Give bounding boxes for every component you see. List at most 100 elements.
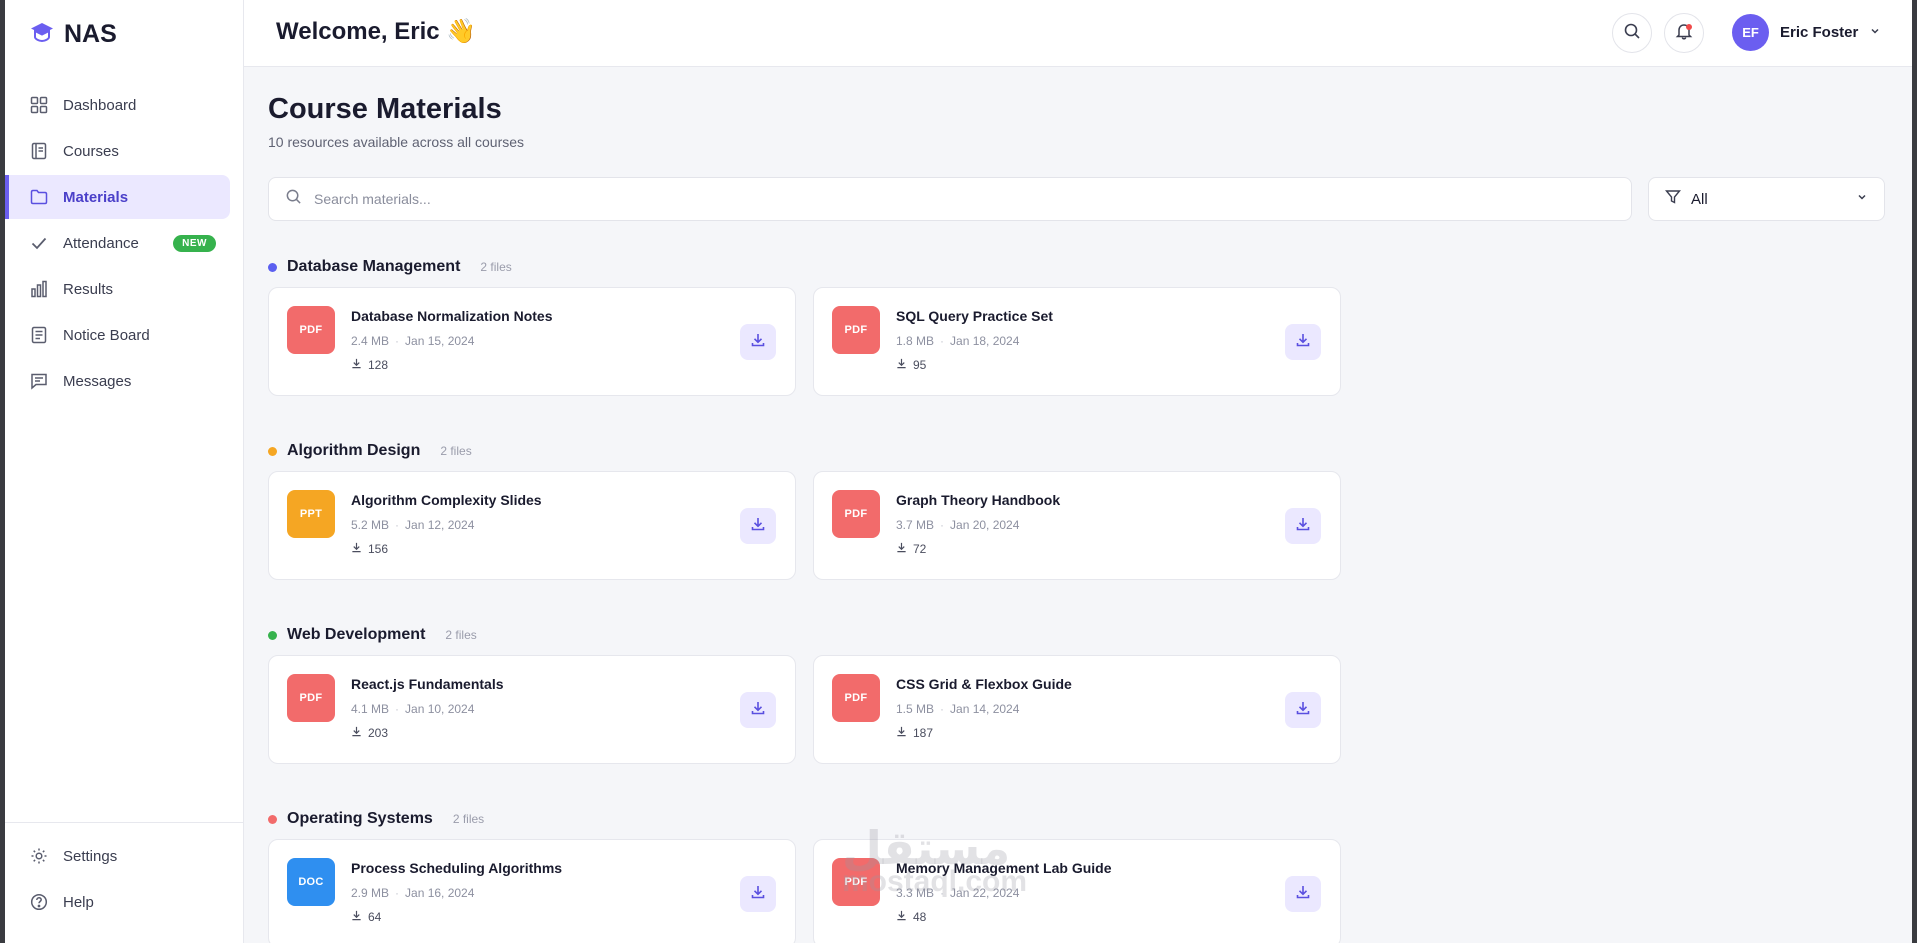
search-icon [285, 188, 302, 210]
material-downloads: 64 [351, 910, 381, 924]
download-count-icon [351, 726, 362, 740]
search-input[interactable] [314, 191, 1631, 207]
welcome-heading: Welcome, Eric 👋 [276, 18, 477, 45]
material-size: 5.2 MB [351, 518, 390, 532]
section-title: Database Management [287, 258, 461, 275]
material-name: CSS Grid & Flexbox Guide [896, 676, 1072, 692]
download-count-icon [896, 542, 907, 556]
material-card[interactable]: PDF React.js Fundamentals 4.1 MB · Jan 10,… [268, 655, 796, 764]
search-bar[interactable] [268, 177, 1632, 221]
material-size: 1.8 MB [896, 334, 935, 348]
sidebar-item-results[interactable]: Results [5, 267, 230, 311]
notifications-button[interactable] [1664, 13, 1704, 53]
sidebar-item-label: Dashboard [63, 96, 137, 114]
sidebar-item-messages[interactable]: Messages [5, 359, 230, 403]
material-name: Process Scheduling Algorithms [351, 860, 563, 876]
sidebar-item-notice-board[interactable]: Notice Board [5, 313, 230, 357]
material-card[interactable]: DOC Process Scheduling Algorithms 2.9 MB… [268, 839, 796, 943]
sidebar-item-label: Results [63, 280, 114, 298]
material-date: Jan 20, 2024 [950, 518, 1020, 532]
material-card[interactable]: PPT Algorithm Complexity Slides 5.2 MB · J… [268, 471, 796, 580]
material-meta: 1.8 MB · Jan 18, 2024 [896, 334, 1020, 348]
check-icon [29, 233, 49, 253]
material-size: 4.1 MB [351, 702, 390, 716]
avatar: EF [1732, 14, 1769, 51]
page-subtitle: 10 resources available across all course… [268, 134, 525, 150]
sidebar-item-attendance[interactable]: Attendance NEW [5, 221, 230, 265]
sidebar-item-dashboard[interactable]: Dashboard [5, 83, 230, 127]
download-count-icon [896, 910, 907, 924]
download-count: 156 [368, 542, 389, 556]
material-date: Jan 14, 2024 [950, 702, 1020, 716]
download-button[interactable] [1285, 324, 1321, 360]
material-downloads: 156 [351, 542, 388, 556]
pdf-file-icon: PDF [832, 858, 880, 906]
download-icon [750, 516, 766, 537]
download-icon [1295, 884, 1311, 905]
course-section-operating-systems: Operating Systems 2 files DOC Process Sc… [268, 809, 1341, 943]
top-bar: Welcome, Eric 👋 EF Eric Foster [244, 0, 1912, 67]
sidebar: NAS Dashboard Courses Materials Attendan… [5, 0, 244, 943]
brand-name: NAS [64, 20, 117, 48]
download-icon [750, 884, 766, 905]
material-card[interactable]: PDF CSS Grid & Flexbox Guide 1.5 MB · Jan … [813, 655, 1341, 764]
download-count: 72 [913, 542, 927, 556]
material-card[interactable]: PDF SQL Query Practice Set 1.8 MB · Jan 18… [813, 287, 1341, 396]
user-menu[interactable]: EF Eric Foster [1732, 14, 1881, 51]
search-icon [1623, 22, 1641, 45]
download-button[interactable] [1285, 876, 1321, 912]
book-icon [29, 141, 49, 161]
material-date: Jan 10, 2024 [405, 702, 475, 716]
material-meta: 1.5 MB · Jan 14, 2024 [896, 702, 1020, 716]
gear-icon [29, 846, 49, 866]
sidebar-item-help[interactable]: Help [5, 880, 230, 924]
material-name: SQL Query Practice Set [896, 308, 1053, 324]
sidebar-item-materials[interactable]: Materials [5, 175, 230, 219]
brand-logo[interactable]: NAS [30, 20, 117, 49]
material-meta: 5.2 MB · Jan 12, 2024 [351, 518, 475, 532]
sidebar-divider [5, 822, 244, 823]
search-button[interactable] [1612, 13, 1652, 53]
material-name: Graph Theory Handbook [896, 492, 1061, 508]
section-file-count: 2 files [440, 444, 472, 458]
material-card[interactable]: PDF Database Normalization Notes 2.4 MB ·… [268, 287, 796, 396]
sidebar-item-label: Notice Board [63, 326, 150, 344]
download-button[interactable] [740, 692, 776, 728]
material-downloads: 72 [896, 542, 926, 556]
download-button[interactable] [1285, 692, 1321, 728]
download-count-icon [351, 542, 362, 556]
download-icon [750, 332, 766, 353]
download-count: 187 [913, 726, 934, 740]
download-button[interactable] [740, 508, 776, 544]
material-date: Jan 15, 2024 [405, 334, 475, 348]
download-count-icon [896, 726, 907, 740]
pdf-file-icon: PDF [287, 674, 335, 722]
material-card[interactable]: PDF Memory Management Lab Guide 3.3 MB · J… [813, 839, 1341, 943]
download-button[interactable] [740, 876, 776, 912]
material-date: Jan 12, 2024 [405, 518, 475, 532]
material-name: React.js Fundamentals [351, 676, 504, 692]
grid-icon [29, 95, 49, 115]
download-icon [1295, 332, 1311, 353]
material-name: Database Normalization Notes [351, 308, 553, 324]
material-size: 2.4 MB [351, 334, 390, 348]
sidebar-item-courses[interactable]: Courses [5, 129, 230, 173]
section-title: Web Development [287, 626, 426, 643]
clipboard-icon [29, 325, 49, 345]
sidebar-bottom-nav: Settings Help [5, 834, 244, 926]
section-dot [268, 446, 277, 456]
pdf-file-icon: PDF [832, 306, 880, 354]
material-date: Jan 16, 2024 [405, 886, 475, 900]
download-button[interactable] [740, 324, 776, 360]
download-count-icon [351, 358, 362, 372]
material-card[interactable]: PDF Graph Theory Handbook 3.7 MB · Jan 20,… [813, 471, 1341, 580]
bar-chart-icon [29, 279, 49, 299]
pdf-file-icon: PDF [832, 674, 880, 722]
filter-select[interactable]: All [1648, 177, 1885, 221]
sidebar-item-settings[interactable]: Settings [5, 834, 230, 878]
section-dot [268, 262, 277, 272]
download-count-icon [351, 910, 362, 924]
material-name: Algorithm Complexity Slides [351, 492, 542, 508]
notification-dot [1686, 24, 1692, 30]
download-button[interactable] [1285, 508, 1321, 544]
